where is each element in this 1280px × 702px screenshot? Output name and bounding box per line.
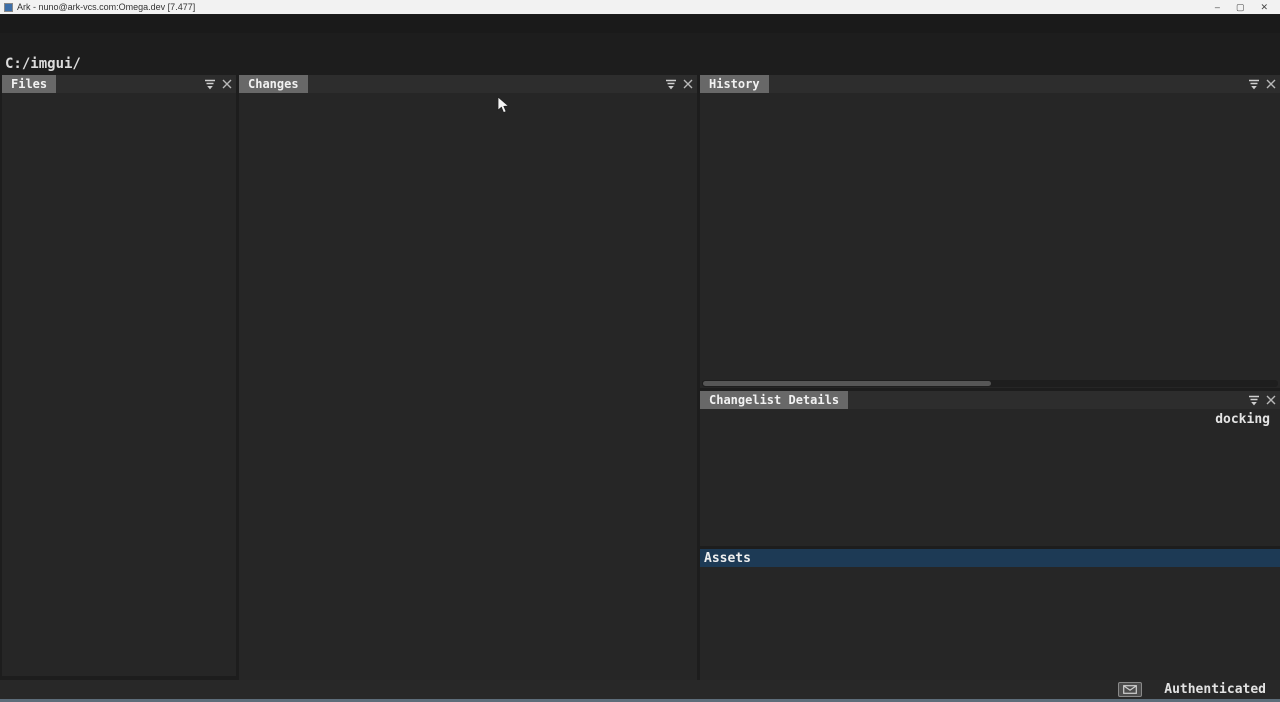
history-horizontal-scrollbar[interactable] — [702, 380, 1278, 387]
assets-header-label: Assets — [704, 551, 751, 566]
changes-panel: Changes — [239, 75, 697, 692]
filter-icon[interactable] — [204, 79, 216, 90]
close-button[interactable]: ✕ — [1260, 2, 1268, 13]
filter-icon[interactable] — [1248, 395, 1260, 406]
app-window: C:/imgui/ Files Changes History — [0, 14, 1280, 702]
maximize-button[interactable]: ▢ — [1236, 2, 1245, 13]
menu-bar — [0, 15, 1280, 33]
history-panel-header: History — [700, 75, 1280, 93]
current-path: C:/imgui/ — [5, 56, 81, 72]
files-panel: Files — [2, 75, 236, 676]
filter-icon[interactable] — [665, 79, 677, 90]
history-panel: History — [700, 75, 1280, 388]
close-icon[interactable] — [683, 79, 693, 89]
filter-icon[interactable] — [1248, 79, 1260, 90]
mail-icon[interactable] — [1118, 682, 1142, 697]
tab-history[interactable]: History — [700, 75, 769, 93]
tab-files[interactable]: Files — [2, 75, 56, 93]
files-panel-header: Files — [2, 75, 236, 93]
minimize-button[interactable]: – — [1215, 2, 1220, 13]
assets-header[interactable]: Assets — [700, 549, 1280, 567]
assets-panel: Assets — [700, 549, 1280, 692]
branch-name: docking — [1215, 412, 1270, 427]
scrollbar-thumb[interactable] — [703, 381, 991, 386]
path-bar: C:/imgui/ — [0, 54, 1280, 74]
tab-changelist-details[interactable]: Changelist Details — [700, 391, 848, 409]
status-bar: Authenticated — [0, 680, 1280, 699]
assets-list — [700, 567, 1280, 692]
changes-list — [239, 93, 697, 692]
close-icon[interactable] — [1266, 395, 1276, 405]
tab-changes[interactable]: Changes — [239, 75, 308, 93]
app-icon — [4, 3, 13, 12]
changes-panel-header: Changes — [239, 75, 697, 93]
title-bar: Ark - nuno@ark-vcs.com:Omega.dev [7.477]… — [0, 0, 1280, 14]
close-icon[interactable] — [1266, 79, 1276, 89]
window-title: Ark - nuno@ark-vcs.com:Omega.dev [7.477] — [17, 2, 195, 12]
changelist-details-panel: Changelist Details docking — [700, 391, 1280, 546]
toolbar — [0, 33, 1280, 53]
commit-list — [700, 93, 1280, 379]
authentication-status: Authenticated — [1164, 682, 1266, 697]
close-icon[interactable] — [222, 79, 232, 89]
files-list — [2, 93, 236, 676]
details-panel-header: Changelist Details — [700, 391, 1280, 409]
details-body — [700, 409, 1280, 546]
